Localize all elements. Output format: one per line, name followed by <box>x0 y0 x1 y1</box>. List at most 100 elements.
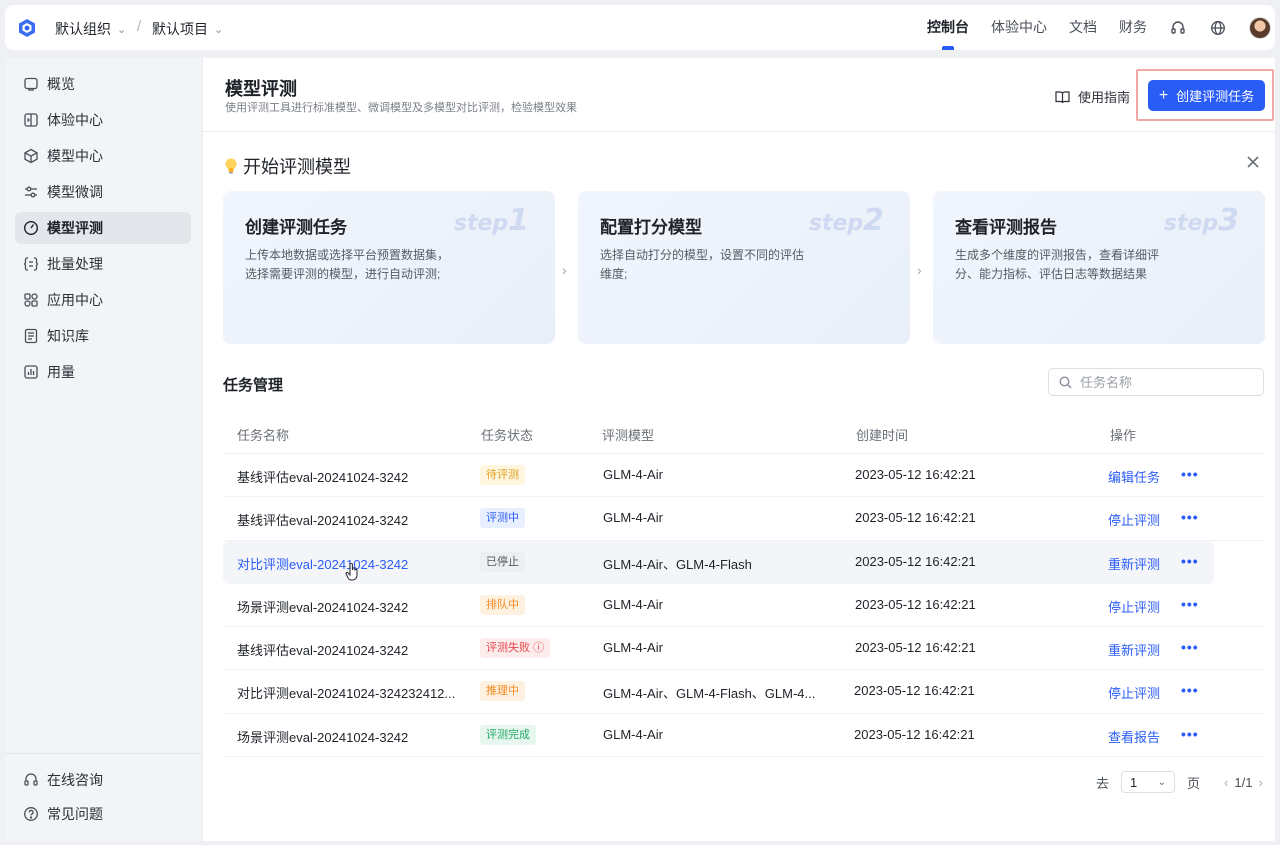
more-icon[interactable]: ••• <box>1181 466 1199 482</box>
row-action-button[interactable]: 编辑任务 <box>1108 467 1160 486</box>
step-mark-num: 3 <box>1218 203 1239 238</box>
status-badge: 已停止 <box>480 551 525 572</box>
column-header-status: 任务状态 <box>481 428 534 443</box>
sidebar-item-model-center[interactable]: 模型中心 <box>15 140 191 172</box>
sidebar-item-label: 模型微调 <box>47 184 103 200</box>
task-name[interactable]: 对比评测eval-20241024-3242 <box>237 554 408 573</box>
task-model: GLM-4-Air <box>603 510 663 526</box>
search-box[interactable] <box>1048 368 1264 396</box>
more-icon[interactable]: ••• <box>1181 553 1199 569</box>
task-model: GLM-4-Air <box>603 726 663 742</box>
task-name: 基线评估eval-20241024-3242 <box>237 470 409 485</box>
column-header-name: 任务名称 <box>237 428 290 443</box>
sidebar-item-label: 概览 <box>47 76 75 92</box>
more-icon[interactable]: ••• <box>1181 726 1199 742</box>
row-action-button[interactable]: 停止评测 <box>1108 510 1160 529</box>
column-header-action: 操作 <box>1110 428 1137 443</box>
step-card-create: 创建评测任务 step1 上传本地数据或选择平台预置数据集，选择需要评测的模型，… <box>223 191 555 344</box>
sidebar-divider <box>5 753 201 754</box>
search-icon <box>1059 375 1072 388</box>
create-task-label: 创建评测任务 <box>1176 89 1255 104</box>
headset-icon <box>23 772 39 788</box>
status-badge: 排队中 <box>480 594 525 615</box>
row-action-button[interactable]: 查看报告 <box>1108 727 1160 746</box>
row-action-button[interactable]: 停止评测 <box>1108 597 1160 616</box>
task-model: GLM-4-Air <box>603 640 663 656</box>
table-row: 对比评测eval-20241024-324232412... 推理中 GLM-4… <box>223 670 1265 714</box>
status-badge: 评测中 <box>480 508 525 529</box>
page-subtitle: 使用评测工具进行标准模型、微调模型及多模型对比评测，检验模型效果 <box>225 102 577 114</box>
guide-link[interactable]: 使用指南 <box>1055 87 1130 106</box>
sidebar-item-batch[interactable]: 批量处理 <box>15 248 191 280</box>
nav-console[interactable]: 控制台 <box>927 5 969 50</box>
chevron-down-icon: ⌄ <box>214 23 224 36</box>
book-open-icon <box>1055 90 1070 103</box>
sidebar-item-consult[interactable]: 在线咨询 <box>15 764 191 796</box>
experience-icon <box>23 112 39 128</box>
nav-finance[interactable]: 财务 <box>1119 5 1147 50</box>
column-header-model: 评测模型 <box>602 428 655 443</box>
sidebar-item-label: 体验中心 <box>47 112 103 128</box>
sidebar-item-finetune[interactable]: 模型微调 <box>15 176 191 208</box>
step-card-report: 查看评测报告 step3 生成多个维度的评测报告，查看详细评分、能力指标、评估日… <box>933 191 1265 344</box>
more-icon[interactable]: ••• <box>1181 509 1199 525</box>
page-select[interactable]: 1 ⌄ <box>1121 771 1176 793</box>
sidebar-item-knowledge[interactable]: 知识库 <box>15 320 191 352</box>
org-selector[interactable]: 默认组织 ⌄ <box>55 19 126 39</box>
chevron-down-icon: ⌄ <box>117 23 127 36</box>
more-icon[interactable]: ••• <box>1181 639 1199 655</box>
step-mark: step1 <box>454 203 529 238</box>
nav-docs[interactable]: 文档 <box>1069 5 1097 50</box>
avatar[interactable] <box>1249 16 1271 39</box>
chevron-left-icon[interactable]: ‹ <box>1224 775 1228 790</box>
sidebar-item-label: 批量处理 <box>47 256 103 272</box>
hand-cursor-icon <box>345 563 358 581</box>
page-title: 模型评测 <box>225 79 297 99</box>
nav-experience[interactable]: 体验中心 <box>991 5 1047 50</box>
task-time: 2023-05-12 16:42:21 <box>855 640 976 656</box>
table-row: 场景评测eval-20241024-3242 评测完成 GLM-4-Air 20… <box>223 714 1265 758</box>
page-summary: 1/1 <box>1234 774 1253 790</box>
pager-suffix-label: 页 <box>1187 775 1201 791</box>
step-desc: 上传本地数据或选择平台预置数据集，选择需要评测的模型，进行自动评测; <box>245 248 450 281</box>
row-action-button[interactable]: 重新评测 <box>1108 554 1160 573</box>
task-model: GLM-4-Air <box>603 596 663 612</box>
breadcrumb-separator: / <box>137 18 142 35</box>
status-badge-label: 评测失败 <box>486 642 530 655</box>
sidebar-item-usage[interactable]: 用量 <box>15 356 191 388</box>
sidebar-item-experience[interactable]: 体验中心 <box>15 104 191 136</box>
sidebar-item-label: 应用中心 <box>47 292 103 308</box>
sidebar-item-apps[interactable]: 应用中心 <box>15 284 191 316</box>
task-model: GLM-4-Air <box>603 467 663 482</box>
task-name: 基线评估eval-20241024-3242 <box>237 513 409 529</box>
task-time: 2023-05-12 16:42:21 <box>854 683 975 699</box>
sidebar-item-overview[interactable]: 概览 <box>15 68 191 100</box>
more-icon[interactable]: ••• <box>1181 596 1199 612</box>
globe-icon[interactable] <box>1209 19 1227 37</box>
search-input[interactable] <box>1080 374 1250 390</box>
step-mark-label: step <box>1163 211 1219 236</box>
table-row: 场景评测eval-20241024-3242 排队中 GLM-4-Air 202… <box>223 584 1265 628</box>
project-selector[interactable]: 默认项目 ⌄ <box>152 19 223 39</box>
sliders-icon <box>23 184 39 200</box>
row-action-button[interactable]: 停止评测 <box>1108 683 1160 702</box>
sidebar-item-label: 模型评测 <box>47 220 103 236</box>
chevron-right-icon[interactable]: › <box>1258 775 1262 790</box>
row-action-button[interactable]: 重新评测 <box>1108 640 1160 659</box>
step-card-scoring: 配置打分模型 step2 选择自动打分的模型，设置不同的评估维度; <box>578 191 910 344</box>
main-panel: 模型评测 使用评测工具进行标准模型、微调模型及多模型对比评测，检验模型效果 使用… <box>203 58 1275 841</box>
chart-icon <box>23 364 39 380</box>
pagination: 去 1 ⌄ 页 ‹ 1/1 › <box>1096 771 1269 793</box>
task-model: GLM-4-Air、GLM-4-Flash、GLM-4... <box>603 686 816 702</box>
create-task-button[interactable]: + 创建评测任务 <box>1148 80 1265 111</box>
logo-icon[interactable] <box>17 18 37 38</box>
more-icon[interactable]: ••• <box>1181 682 1199 698</box>
info-icon[interactable]: ⓘ <box>533 642 544 654</box>
headset-icon[interactable] <box>1169 19 1187 37</box>
task-name: 场景评测eval-20241024-3242 <box>237 599 409 615</box>
sidebar-item-evaluation[interactable]: 模型评测 <box>15 212 191 244</box>
sidebar-item-faq[interactable]: 常见问题 <box>15 798 191 830</box>
close-icon[interactable] <box>1245 154 1261 170</box>
overview-icon <box>23 76 39 92</box>
chevron-right-icon: › <box>562 262 567 278</box>
